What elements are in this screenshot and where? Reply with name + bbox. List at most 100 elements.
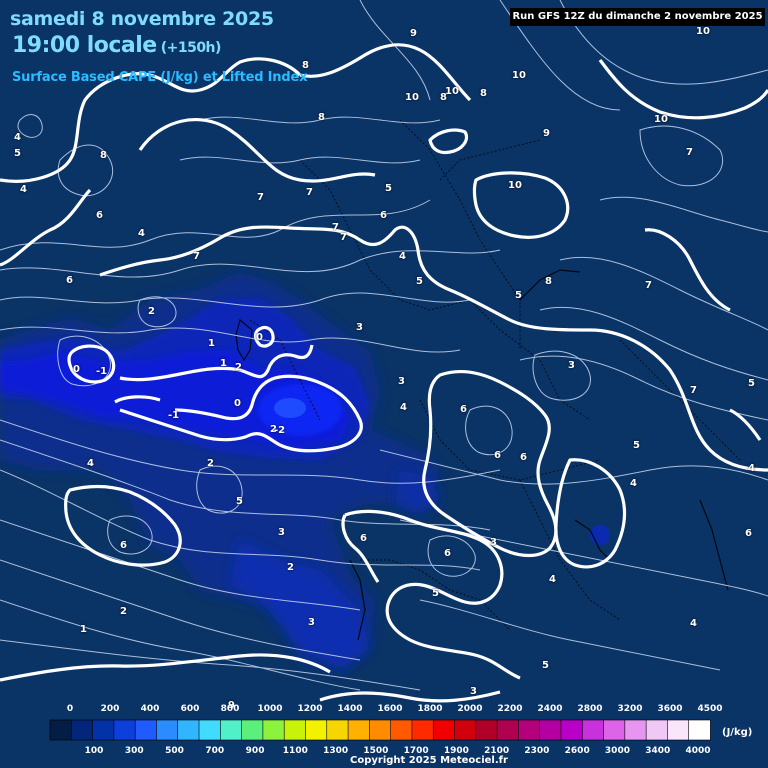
legend-bottom-label: 1300 [323,746,349,756]
lifted-index-label: 5 [748,378,755,389]
lifted-index-label: 9 [543,128,550,139]
legend-top-label: 1800 [417,704,443,714]
legend-swatch [454,719,477,741]
lifted-index-label: 1 [220,358,227,369]
legend-top-label: 1600 [377,704,403,714]
legend-top-label: 600 [180,704,200,714]
weather-map-view: samedi 8 novembre 2025 19:00 locale (+150… [0,0,768,768]
lifted-index-label: 6 [460,404,467,415]
legend-swatch [49,719,72,741]
lifted-index-label: 2 [120,606,127,617]
lifted-index-label: 3 [398,376,405,387]
lifted-index-label: 6 [66,275,73,286]
lifted-index-label: 4 [138,228,145,239]
lifted-index-label: 6 [494,450,501,461]
legend-top-label: 800 [220,704,240,714]
lifted-index-label: 8 [545,276,552,287]
legend-unit: (J/kg) [722,727,753,738]
legend-swatch [305,719,328,741]
lifted-index-label: 8 [318,112,325,123]
lifted-index-label: 10 [508,180,522,191]
legend-swatch [326,719,349,741]
lifted-index-label: 7 [257,192,264,203]
lifted-index-label: 7 [332,222,339,233]
legend-bottom-label: 3000 [604,746,630,756]
legend-top-label: 2800 [577,704,603,714]
legend-swatch [645,719,669,741]
copyright-notice: Copyright 2025 Meteociel.fr [350,755,508,766]
legend-bottom-label: 2300 [524,746,550,756]
lifted-index-label: -1 [96,366,108,377]
cape-map [0,0,768,768]
lifted-index-label: 5 [515,290,522,301]
lifted-index-label: 2 [287,562,294,573]
lifted-index-label: 5 [432,588,439,599]
lifted-index-label: 0 [73,364,80,375]
lifted-index-label: 2 [207,458,214,469]
lifted-index-label: 3 [470,686,477,697]
legend-swatch [624,719,647,741]
lifted-index-label: 5 [236,496,243,507]
lifted-index-label: 6 [120,540,127,551]
lifted-index-label: 6 [520,452,527,463]
legend-swatch [390,719,413,741]
legend-swatch [241,719,264,741]
legend-top-label: 2400 [537,704,563,714]
lifted-index-label: 6 [380,210,387,221]
lifted-index-label: 2 [148,306,155,317]
legend-swatch [92,719,115,741]
legend-swatch [688,719,711,741]
lifted-index-label: 2 [235,362,242,373]
lifted-index-label: 4 [20,184,27,195]
lifted-index-label: 4 [748,463,755,474]
legend-top-label: 2000 [457,704,483,714]
lifted-index-label: 3 [490,537,497,548]
lifted-index-label: 10 [445,86,459,97]
lifted-index-label: 7 [306,187,313,198]
lifted-index-label: 4 [690,618,697,629]
lifted-index-label: 7 [645,280,652,291]
lifted-index-label: 8 [302,60,309,71]
legend-top-label: 4500 [697,704,723,714]
lifted-index-label: 7 [193,251,200,262]
legend-swatch [560,719,583,741]
legend-top-label: 1200 [297,704,323,714]
legend-top-label: 1000 [257,704,283,714]
map-parameter-title: Surface Based CAPE (J/kg) et Lifted Inde… [12,70,308,85]
legend-swatch [134,719,158,741]
legend-swatch [220,719,243,741]
lifted-index-label: 4 [400,402,407,413]
lifted-index-label: 5 [542,660,549,671]
lifted-index-label: 0 [234,398,241,409]
cape-color-legend [49,719,711,741]
legend-swatch [667,719,690,741]
legend-top-label: 0 [66,704,74,714]
legend-bottom-label: 700 [205,746,225,756]
legend-swatch [198,719,222,741]
lifted-index-label: 6 [360,533,367,544]
lifted-index-label: 9 [410,28,417,39]
lifted-index-label: 5 [633,440,640,451]
legend-bottom-label: 900 [245,746,265,756]
lifted-index-label: 3 [568,360,575,371]
forecast-local-time: 19:00 locale [12,33,157,58]
lifted-index-label: 8 [440,92,447,103]
lifted-index-label: 3 [308,617,315,628]
lifted-index-label: 5 [385,183,392,194]
lifted-index-label: 5 [14,148,21,159]
lifted-index-label: 10 [654,114,668,125]
lifted-index-label: 0 [256,332,263,343]
legend-top-label: 2200 [497,704,523,714]
legend-swatch [113,719,136,741]
lifted-index-label: 1 [80,624,87,635]
lifted-index-label: 10 [405,92,419,103]
lifted-index-label: 10 [512,70,526,81]
lifted-index-label: 7 [340,232,347,243]
model-run-info: Run GFS 12Z du dimanche 2 novembre 2025 [510,8,765,26]
legend-swatch [411,719,434,741]
lifted-index-label: 4 [87,458,94,469]
lifted-index-label: 7 [690,385,697,396]
legend-swatch [369,719,392,741]
legend-top-label: 3200 [617,704,643,714]
lifted-index-label: 8 [480,88,487,99]
